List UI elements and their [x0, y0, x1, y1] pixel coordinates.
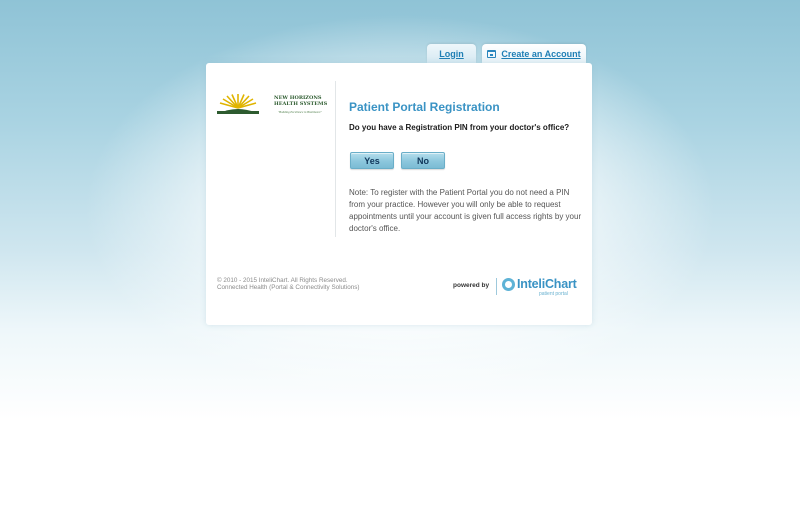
- intelichart-logo: InteliChart patient portal: [502, 277, 582, 299]
- copyright-text: © 2010 - 2015 InteliChart. All Rights Re…: [217, 277, 348, 284]
- no-button[interactable]: No: [401, 152, 445, 169]
- registration-card: NEW HORIZONS HEALTH SYSTEMS "Building Ex…: [206, 63, 592, 325]
- intelichart-brand-sub: patient portal: [539, 291, 568, 297]
- tab-create-account-label[interactable]: Create an Account: [501, 49, 580, 59]
- pin-question: Do you have a Registration PIN from your…: [349, 123, 570, 132]
- powered-by-divider: [496, 278, 497, 295]
- registration-note: Note: To register with the Patient Porta…: [349, 188, 582, 233]
- tab-login[interactable]: Login: [427, 44, 476, 63]
- sunrise-logo-icon: [217, 94, 259, 114]
- page-title: Patient Portal Registration: [349, 100, 500, 114]
- practice-logo: NEW HORIZONS HEALTH SYSTEMS "Building Ex…: [217, 89, 327, 119]
- powered-by-label: powered by: [453, 282, 490, 289]
- copyright-subline: Connected Health (Portal & Connectivity …: [217, 284, 360, 291]
- vertical-divider: [335, 81, 336, 237]
- logo-tagline: "Building Excellence in Healthcare": [278, 110, 322, 114]
- tab-create-account[interactable]: Create an Account: [482, 44, 586, 63]
- footer-copyright: © 2010 - 2015 InteliChart. All Rights Re…: [217, 277, 359, 291]
- calendar-icon: [487, 49, 497, 58]
- logo-line-2: HEALTH SYSTEMS: [274, 101, 328, 107]
- intelichart-brand-name: InteliChart: [517, 277, 577, 291]
- yes-button[interactable]: Yes: [350, 152, 394, 169]
- tab-login-label[interactable]: Login: [439, 49, 464, 59]
- intelichart-ring-icon: [502, 278, 515, 291]
- logo-text: NEW HORIZONS HEALTH SYSTEMS: [274, 95, 327, 107]
